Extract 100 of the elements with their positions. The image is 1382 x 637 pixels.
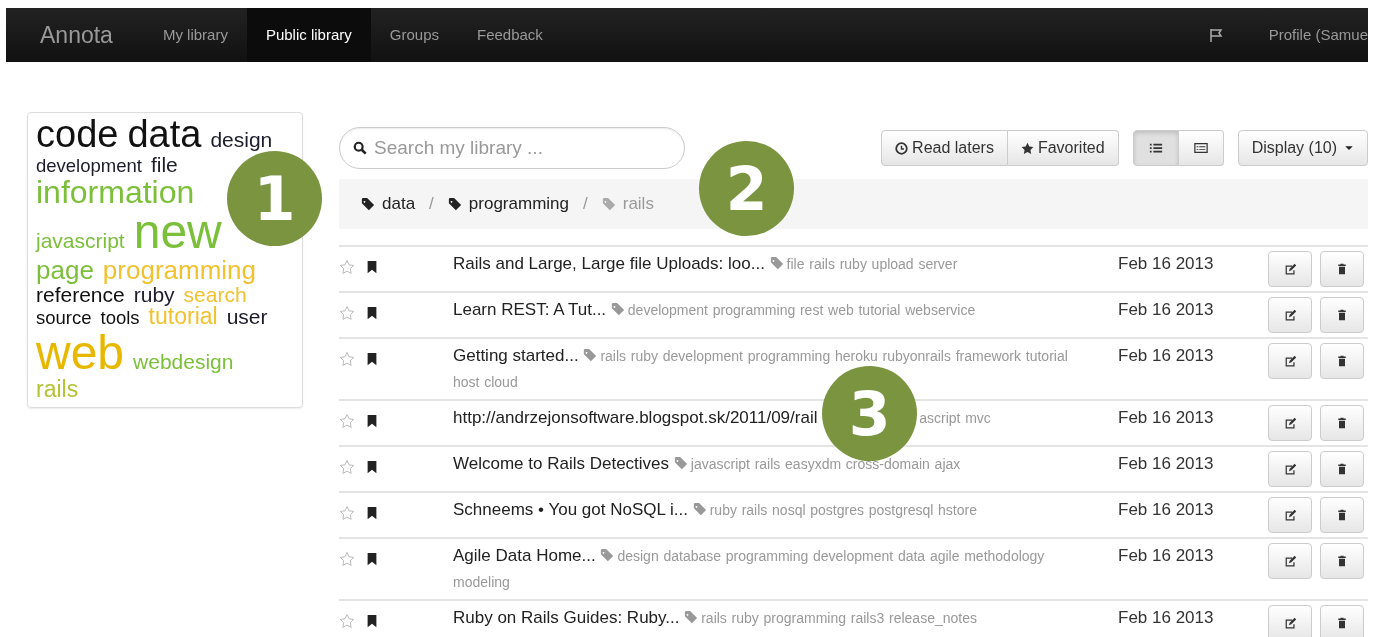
tag-link[interactable]: rest <box>799 302 824 318</box>
cloud-tag[interactable]: development <box>36 156 142 176</box>
tag-link[interactable]: data <box>897 548 926 564</box>
view-button[interactable] <box>1178 130 1224 166</box>
profile-link[interactable]: Profile (Samue <box>1268 8 1368 62</box>
cloud-tag[interactable]: tutorial <box>148 305 218 329</box>
edit-button[interactable] <box>1268 605 1312 637</box>
nav-tab[interactable]: My library <box>143 8 247 62</box>
tag-link[interactable]: ruby <box>839 256 867 272</box>
cloud-tag[interactable]: ruby <box>133 283 175 306</box>
tag-link[interactable]: ascript <box>919 410 961 426</box>
star-icon[interactable] <box>339 504 355 521</box>
tag-link[interactable]: rubyonrails <box>882 348 951 364</box>
tag-link[interactable]: framework <box>955 348 1022 364</box>
edit-button[interactable] <box>1268 497 1312 533</box>
nav-tab[interactable]: Public library <box>246 8 371 62</box>
search-field[interactable]: Search my library ... <box>339 127 685 169</box>
tag-link[interactable]: hstore <box>938 502 977 518</box>
star-icon[interactable] <box>339 612 355 629</box>
tag-link[interactable]: server <box>918 256 958 272</box>
tag-link[interactable]: programming <box>747 348 831 364</box>
tag-link[interactable]: file <box>786 256 805 272</box>
cloud-tag[interactable]: javascript <box>36 230 125 252</box>
edit-button[interactable] <box>1268 343 1312 379</box>
cloud-tag[interactable]: page <box>36 257 94 284</box>
tag-link[interactable]: tutorial <box>858 302 901 318</box>
display-dropdown[interactable]: Display (10) <box>1237 130 1368 166</box>
tag-link[interactable]: programming <box>763 610 847 626</box>
star-icon[interactable] <box>339 458 355 475</box>
cloud-tag[interactable]: source <box>36 309 92 328</box>
tag-link[interactable]: database <box>663 548 722 564</box>
bookmark-icon[interactable] <box>365 505 379 520</box>
tag-link[interactable]: web <box>828 302 854 318</box>
filter-button[interactable]: Read laters <box>881 130 1008 166</box>
bookmark-icon[interactable] <box>365 351 379 366</box>
bookmark-title[interactable]: Schneems • You got NoSQL i... <box>453 500 688 519</box>
tag-link[interactable]: methodology <box>964 548 1045 564</box>
tag-link[interactable]: rails <box>600 348 627 364</box>
bookmark-icon[interactable] <box>365 613 379 628</box>
tag-link[interactable]: rails <box>741 502 768 518</box>
tag-link[interactable]: mvc <box>965 410 991 426</box>
cloud-tag[interactable]: web <box>36 328 125 378</box>
delete-button[interactable] <box>1320 297 1364 333</box>
cloud-tag[interactable]: design <box>210 129 273 151</box>
delete-button[interactable] <box>1320 543 1364 579</box>
bookmark-icon[interactable] <box>365 413 379 428</box>
cloud-tag[interactable]: code <box>36 115 119 154</box>
tag-link[interactable]: release_notes <box>889 610 977 626</box>
tag-link[interactable]: rails <box>809 256 835 272</box>
delete-button[interactable] <box>1320 251 1364 287</box>
tag-link[interactable]: design <box>617 548 659 564</box>
edit-button[interactable] <box>1268 297 1312 333</box>
nav-tab[interactable]: Feedback <box>458 8 562 62</box>
view-button[interactable] <box>1132 130 1179 166</box>
cloud-tag[interactable]: tools <box>100 309 140 328</box>
tag-link[interactable]: development <box>813 548 894 564</box>
star-icon[interactable] <box>339 258 355 275</box>
delete-button[interactable] <box>1320 451 1364 487</box>
bookmark-title[interactable]: Agile Data Home... <box>453 546 596 565</box>
tag-link[interactable]: ruby <box>630 348 659 364</box>
tag-link[interactable]: programming <box>712 302 796 318</box>
cloud-tag[interactable]: reference <box>36 283 125 306</box>
star-icon[interactable] <box>339 304 355 321</box>
tag-link[interactable]: postgresql <box>868 502 934 518</box>
bookmark-title[interactable]: Welcome to Rails Detectives <box>453 454 670 473</box>
tag-link[interactable]: modeling <box>453 574 510 590</box>
tag-link[interactable]: ruby <box>709 502 737 518</box>
tag-link[interactable]: cloud <box>484 374 518 390</box>
bookmark-icon[interactable] <box>365 259 379 274</box>
tag-link[interactable]: rails <box>701 610 727 626</box>
tag-link[interactable]: postgres <box>810 502 864 518</box>
tag-link[interactable]: development <box>627 302 708 318</box>
cloud-tag[interactable]: user <box>226 306 268 328</box>
star-icon[interactable] <box>339 550 355 567</box>
delete-button[interactable] <box>1320 497 1364 533</box>
bookmark-title[interactable]: Getting started... <box>453 346 579 365</box>
cloud-tag[interactable]: new <box>133 208 222 258</box>
edit-button[interactable] <box>1268 451 1312 487</box>
bookmark-icon[interactable] <box>365 551 379 566</box>
delete-button[interactable] <box>1320 343 1364 379</box>
bookmark-title[interactable]: Rails and Large, Large file Uploads: loo... <box>453 254 765 273</box>
bookmark-title[interactable]: Learn REST: A Tut... <box>453 300 607 319</box>
cloud-tag[interactable]: programming <box>102 257 256 284</box>
star-icon[interactable] <box>339 350 355 367</box>
tag-link[interactable]: javascript <box>690 456 750 472</box>
tag-link[interactable]: ruby <box>731 610 759 626</box>
cloud-tag[interactable]: webdesign <box>133 350 234 372</box>
tag-link[interactable]: rails3 <box>850 610 885 626</box>
tag-link[interactable]: tutorial <box>1025 348 1068 364</box>
edit-button[interactable] <box>1268 543 1312 579</box>
tag-link[interactable]: heroku <box>834 348 878 364</box>
tag-link[interactable]: programming <box>725 548 809 564</box>
breadcrumb-item[interactable]: rails <box>601 191 654 217</box>
cloud-tag[interactable]: data <box>127 115 202 154</box>
tag-link[interactable]: host <box>453 374 480 390</box>
bookmark-title[interactable]: http://andrzejonsoftware.blogspot.sk/2011/09/rail <box>453 408 818 427</box>
delete-button[interactable] <box>1320 405 1364 441</box>
edit-button[interactable] <box>1268 251 1312 287</box>
cloud-tag[interactable]: information <box>36 175 195 209</box>
star-icon[interactable] <box>339 412 355 429</box>
